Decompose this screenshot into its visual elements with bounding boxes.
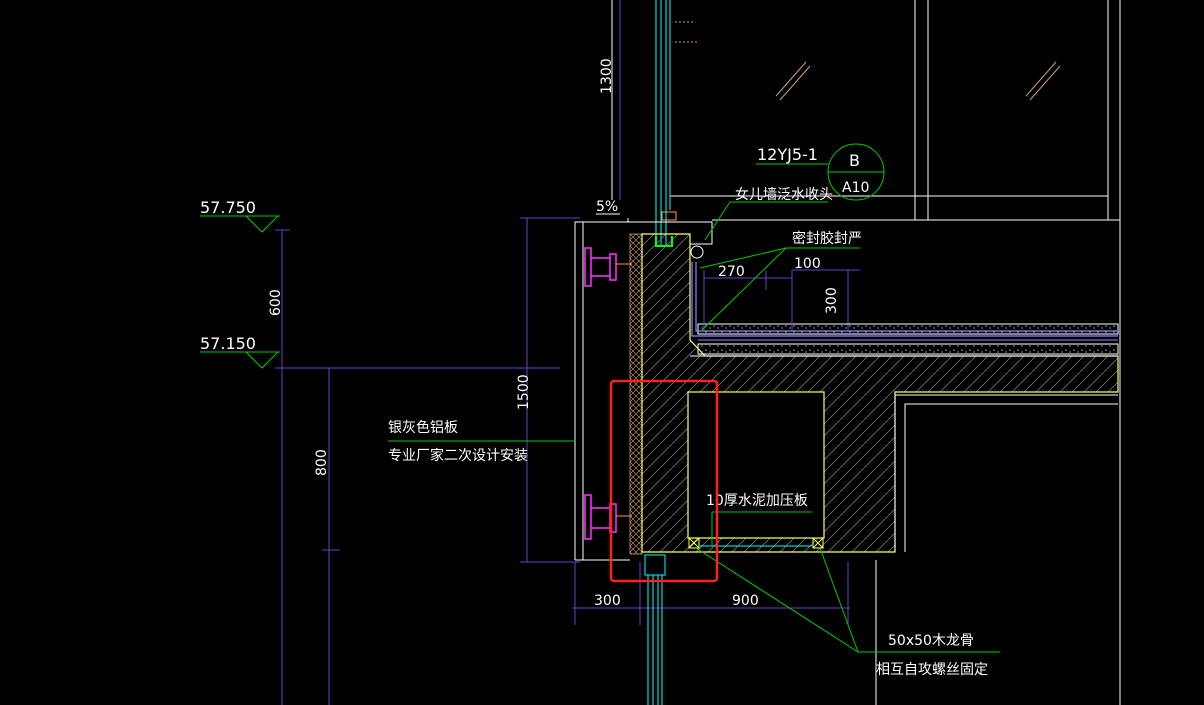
glazing-mullion-bottom [647, 575, 663, 705]
dim-100: 100 [794, 256, 821, 272]
cad-drawing-canvas: 57.750 57.150 1300 600 1500 800 300 300 … [200, 0, 1121, 705]
window-frame-bottom [644, 554, 666, 576]
elevation-marker-top [200, 215, 280, 233]
elevation-marker-mid [200, 351, 280, 369]
aluminium-panel [574, 221, 630, 561]
dim-800: 800 [314, 449, 330, 476]
window-glass-marks [775, 61, 1061, 101]
dim-300-bottom: 300 [594, 593, 621, 609]
panel-note-label: 专业厂家二次设计安装 [388, 447, 528, 464]
wood-keel-frame [687, 391, 825, 539]
dim-300-right: 300 [824, 287, 840, 314]
cement-board-label: 10厚水泥加压板 [706, 493, 808, 509]
elevation-mid-label: 57.150 [200, 334, 256, 353]
insulation-layer [629, 233, 643, 555]
screw-note-label: 相互自攻螺丝固定 [876, 662, 988, 678]
dim-270: 270 [718, 264, 745, 280]
slope-label: 5% [596, 199, 618, 215]
glazing-mullion-top [655, 0, 671, 246]
dashed-markers [675, 21, 698, 43]
bracket-links [616, 263, 632, 517]
parapet-flashing-label: 女儿墙泛水收头 [735, 186, 833, 203]
detail-sheet: A10 [842, 180, 869, 196]
wood-keel-label: 50x50木龙骨 [888, 633, 974, 649]
panel-name-label: 银灰色铝板 [388, 419, 458, 436]
sealant-label: 密封胶封严 [792, 230, 862, 247]
detail-letter: B [849, 151, 860, 170]
elevation-top-label: 57.750 [200, 198, 256, 217]
dim-600: 600 [268, 289, 284, 316]
dim-1500: 1500 [516, 374, 532, 410]
detail-ref: 12YJ5-1 [757, 145, 818, 164]
dim-1300: 1300 [599, 58, 615, 94]
lower-slab-outline [875, 394, 1118, 705]
dim-900: 900 [732, 593, 759, 609]
roof-layers [690, 323, 1119, 357]
